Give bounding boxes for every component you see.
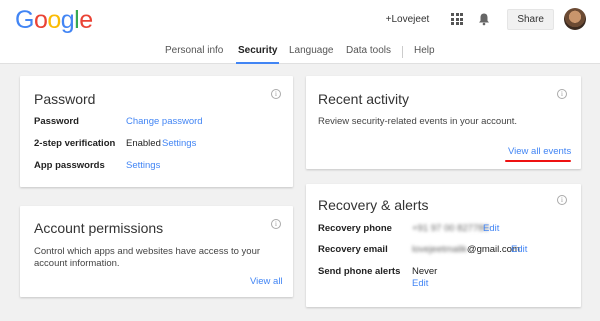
apps-grid-icon[interactable] bbox=[451, 13, 464, 25]
recovery-phone-label: Recovery phone bbox=[318, 223, 392, 234]
app-passwords-label: App passwords bbox=[34, 160, 105, 171]
info-icon[interactable]: i bbox=[271, 89, 281, 99]
logo-letter-g: G bbox=[15, 6, 34, 34]
tab-security[interactable]: Security bbox=[235, 45, 280, 64]
tab-data-tools[interactable]: Data tools bbox=[346, 45, 391, 64]
activity-description: Review security-related events in your a… bbox=[318, 116, 518, 127]
phone-alerts-value: Never bbox=[412, 266, 438, 277]
info-icon[interactable]: i bbox=[271, 219, 281, 229]
two-step-label: 2-step verification bbox=[34, 138, 116, 149]
card-title: Recovery & alerts bbox=[318, 197, 429, 213]
password-card: Password i Password Change password 2-st… bbox=[20, 76, 293, 187]
logo-letter-o2: o bbox=[47, 6, 61, 34]
view-all-events-link[interactable]: View all events bbox=[508, 146, 571, 157]
logo-letter-e: e bbox=[79, 6, 93, 34]
permissions-card: Account permissions i Control which apps… bbox=[20, 206, 293, 297]
header: Google +Lovejeet Share Personal info Sec… bbox=[0, 0, 600, 64]
notifications-bell-icon[interactable] bbox=[477, 12, 491, 26]
edit-phone-link[interactable]: Edit bbox=[483, 223, 499, 234]
phone-alerts-label: Send phone alerts bbox=[318, 266, 401, 277]
card-title: Recent activity bbox=[318, 91, 410, 107]
change-password-link[interactable]: Change password bbox=[126, 116, 203, 127]
security-nav: Personal info Security Language Data too… bbox=[0, 45, 600, 64]
highlight-underline bbox=[505, 160, 571, 162]
edit-email-link[interactable]: Edit bbox=[511, 244, 527, 255]
recovery-email-value: lovejeetmalik@gmail.com bbox=[412, 244, 520, 255]
recovery-phone-value: +91 97 00 827780 bbox=[412, 223, 489, 234]
app-passwords-settings-link[interactable]: Settings bbox=[126, 160, 160, 171]
recovery-email-label: Recovery email bbox=[318, 244, 388, 255]
info-icon[interactable]: i bbox=[557, 195, 567, 205]
tab-personal-info[interactable]: Personal info bbox=[165, 45, 223, 64]
google-logo[interactable]: Google bbox=[15, 6, 93, 35]
nav-divider bbox=[402, 46, 403, 58]
logo-letter-o1: o bbox=[33, 6, 48, 34]
view-all-link[interactable]: View all bbox=[250, 276, 283, 287]
recovery-card: Recovery & alerts i Recovery phone +91 9… bbox=[306, 184, 581, 307]
logo-letter-g2: g bbox=[60, 6, 75, 34]
avatar[interactable] bbox=[564, 8, 586, 30]
password-label: Password bbox=[34, 116, 79, 127]
tab-help[interactable]: Help bbox=[414, 45, 435, 64]
info-icon[interactable]: i bbox=[557, 89, 567, 99]
two-step-settings-link[interactable]: Settings bbox=[162, 138, 196, 149]
share-button[interactable]: Share bbox=[507, 8, 554, 30]
card-title: Password bbox=[34, 91, 96, 107]
account-bar: +Lovejeet Share bbox=[386, 8, 586, 30]
recent-activity-card: Recent activity i Review security-relate… bbox=[306, 76, 581, 169]
edit-alerts-link[interactable]: Edit bbox=[412, 278, 428, 289]
card-title: Account permissions bbox=[34, 220, 164, 236]
two-step-status: Enabled bbox=[126, 138, 161, 149]
permissions-description: Control which apps and websites have acc… bbox=[34, 246, 261, 269]
tab-language[interactable]: Language bbox=[289, 45, 334, 64]
user-profile-link[interactable]: +Lovejeet bbox=[386, 14, 430, 25]
